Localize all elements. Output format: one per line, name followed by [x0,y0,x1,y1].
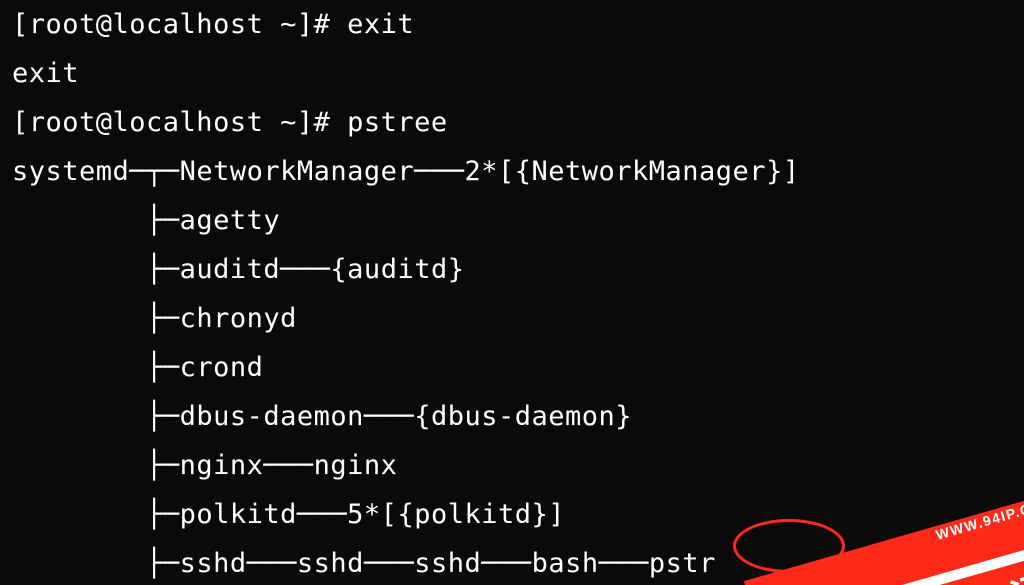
prompt-line-1: [root@localhost ~]# exit [12,0,1024,49]
shell-prompt: [root@localhost ~]# [12,9,330,40]
pstree-line-auditd: ├─auditd───{auditd} [12,245,1024,294]
shell-prompt: [root@localhost ~]# [12,107,330,138]
pstree-line-root: systemd─┬─NetworkManager───2*[{NetworkMa… [12,147,1024,196]
process-bash: bash [532,548,599,579]
output-exit: exit [12,49,1024,98]
pstree-line-sshd: ├─sshd───sshd───sshd───bash───pstr [12,539,1024,585]
cmd-pstree: pstree [347,107,448,138]
prompt-line-2: [root@localhost ~]# pstree [12,98,1024,147]
pstree-line-polkitd: ├─polkitd───5*[{polkitd}] [12,490,1024,539]
cmd-exit: exit [347,9,414,40]
pstree-line-chronyd: ├─chronyd [12,294,1024,343]
pstree-line-nginx: ├─nginx───nginx [12,441,1024,490]
terminal-output[interactable]: [root@localhost ~]# exit exit [root@loca… [0,0,1024,585]
pstree-line-crond: ├─crond [12,343,1024,392]
pstree-line-agetty: ├─agetty [12,196,1024,245]
pstree-line-dbus: ├─dbus-daemon───{dbus-daemon} [12,392,1024,441]
